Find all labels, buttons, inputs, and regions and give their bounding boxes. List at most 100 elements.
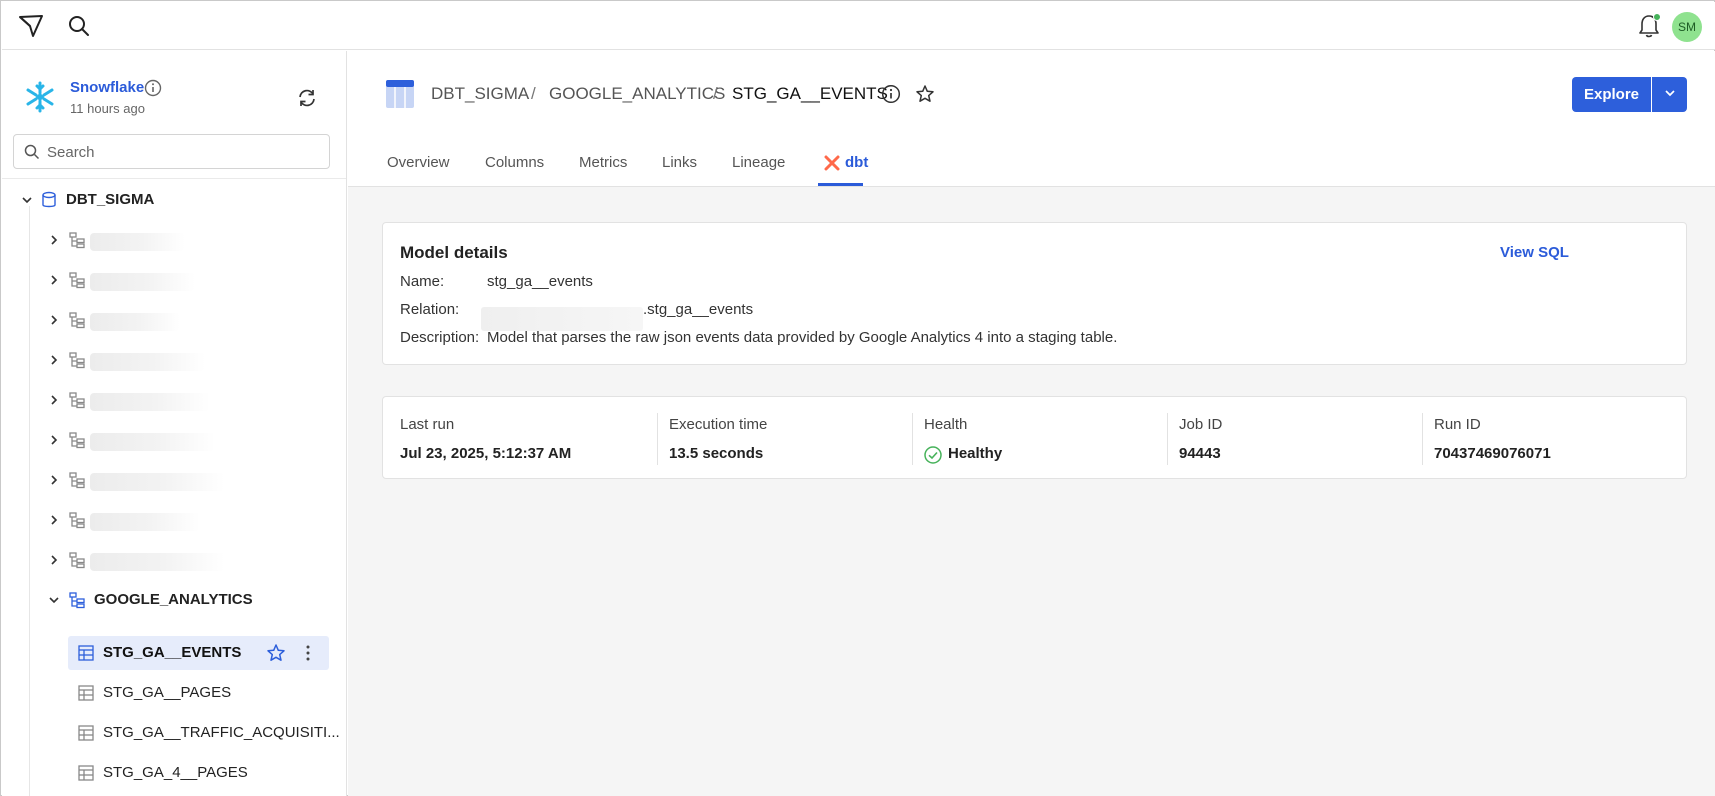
tree-item-schema[interactable] xyxy=(2,263,346,297)
tab-links[interactable]: Links xyxy=(662,154,697,171)
sigma-logo-icon[interactable] xyxy=(18,14,44,38)
view-sql-link[interactable]: View SQL xyxy=(1500,244,1569,261)
tree-item-schema[interactable] xyxy=(2,463,346,497)
table-icon xyxy=(386,80,414,108)
database-label: DBT_SIGMA xyxy=(66,191,155,208)
stat-label: Execution time xyxy=(669,416,768,433)
table-label: STG_GA__EVENTS xyxy=(103,644,242,661)
chevron-down-icon xyxy=(1664,90,1675,97)
chevron-right-icon[interactable] xyxy=(48,434,60,446)
tree-item-schema[interactable] xyxy=(2,223,346,257)
schema-icon xyxy=(69,472,85,489)
tree-item-table[interactable]: STG_GA_4__PAGES xyxy=(68,756,329,790)
tree-item-schema[interactable] xyxy=(2,503,346,537)
info-icon[interactable] xyxy=(144,79,162,97)
connection-name[interactable]: Snowflake xyxy=(70,79,144,96)
schema-icon xyxy=(69,552,85,569)
breadcrumb-separator: / xyxy=(531,84,536,103)
chevron-right-icon[interactable] xyxy=(48,554,60,566)
tree-item-schema[interactable] xyxy=(2,383,346,417)
tree-item-table-selected[interactable]: STG_GA__EVENTS xyxy=(68,636,329,670)
redacted-schema-name xyxy=(90,553,225,571)
star-icon[interactable] xyxy=(266,643,286,663)
redacted-schema-name xyxy=(90,473,225,491)
app-window: SM Snowflake 11 hours ago Search DBT_SIG… xyxy=(0,0,1715,796)
refresh-icon[interactable] xyxy=(296,87,318,109)
schema-icon xyxy=(69,232,85,249)
stat-label: Last run xyxy=(400,416,455,433)
schema-icon xyxy=(69,272,85,289)
sidebar-search-box xyxy=(13,134,330,169)
tab-metrics[interactable]: Metrics xyxy=(579,154,627,171)
schema-icon xyxy=(69,352,85,369)
tree-item-schema-google-analytics[interactable]: GOOGLE_ANALYTICS xyxy=(2,583,346,617)
stat-label: Run ID xyxy=(1434,416,1481,433)
user-avatar[interactable]: SM xyxy=(1672,12,1702,42)
info-icon[interactable] xyxy=(881,84,901,104)
more-options-icon[interactable] xyxy=(304,644,312,662)
stat-value: 94443 xyxy=(1179,445,1221,462)
stat-value: Jul 23, 2025, 5:12:37 AM xyxy=(400,445,572,462)
table-icon xyxy=(78,725,94,741)
tab-lineage[interactable]: Lineage xyxy=(732,154,785,171)
stat-value: Healthy xyxy=(948,445,1003,462)
chevron-down-icon[interactable] xyxy=(48,594,60,606)
stat-job-id: Job ID 94443 xyxy=(1162,397,1412,480)
redacted-schema-name xyxy=(90,273,195,291)
chevron-right-icon[interactable] xyxy=(48,314,60,326)
chevron-down-icon[interactable] xyxy=(21,194,33,206)
tab-dbt[interactable]: dbt xyxy=(845,154,868,171)
chevron-right-icon[interactable] xyxy=(48,354,60,366)
explore-button[interactable]: Explore xyxy=(1572,77,1651,112)
chevron-right-icon[interactable] xyxy=(48,514,60,526)
chevron-right-icon[interactable] xyxy=(48,234,60,246)
chevron-right-icon[interactable] xyxy=(48,394,60,406)
redacted-schema-name xyxy=(90,233,185,251)
search-icon[interactable] xyxy=(68,15,90,37)
schema-icon xyxy=(69,392,85,409)
main-content: DBT_SIGMA / GOOGLE_ANALYTICS / STG_GA__E… xyxy=(348,51,1715,796)
table-icon xyxy=(78,685,94,701)
redacted-schema-name xyxy=(90,353,205,371)
stat-last-run: Last run Jul 23, 2025, 5:12:37 AM xyxy=(383,397,633,480)
table-icon xyxy=(78,765,94,781)
schema-icon xyxy=(69,432,85,449)
breadcrumb-database[interactable]: DBT_SIGMA xyxy=(431,84,529,104)
stat-value: 70437469076071 xyxy=(1434,445,1551,462)
tree-item-table[interactable]: STG_GA__PAGES xyxy=(68,676,329,710)
description-value: Model that parses the raw json events da… xyxy=(487,329,1118,346)
snowflake-icon xyxy=(26,81,54,113)
redacted-schema-name xyxy=(90,433,215,451)
star-icon[interactable] xyxy=(915,84,935,104)
schema-icon xyxy=(69,512,85,529)
tree-item-schema[interactable] xyxy=(2,423,346,457)
breadcrumb-schema[interactable]: GOOGLE_ANALYTICS xyxy=(549,84,725,104)
schema-icon xyxy=(69,592,85,609)
search-icon xyxy=(24,144,40,160)
tree-item-table[interactable]: STG_GA__TRAFFIC_ACQUISITI... xyxy=(68,716,340,750)
database-icon xyxy=(42,191,56,208)
sidebar-search-input[interactable] xyxy=(47,141,317,163)
tree-item-schema[interactable] xyxy=(2,343,346,377)
breadcrumb-separator: / xyxy=(713,84,718,103)
table-label: STG_GA__TRAFFIC_ACQUISITI... xyxy=(103,724,340,741)
relation-label: Relation: xyxy=(400,301,460,318)
notification-dot xyxy=(1653,13,1661,21)
stat-label: Job ID xyxy=(1179,416,1223,433)
tab-columns[interactable]: Columns xyxy=(485,154,544,171)
page-header: DBT_SIGMA / GOOGLE_ANALYTICS / STG_GA__E… xyxy=(348,51,1715,187)
description-label: Description: xyxy=(400,329,480,346)
tree-item-database[interactable]: DBT_SIGMA xyxy=(2,183,346,217)
chevron-right-icon[interactable] xyxy=(48,474,60,486)
table-icon xyxy=(78,645,94,661)
name-value: stg_ga__events xyxy=(487,273,593,290)
tab-overview[interactable]: Overview xyxy=(387,154,450,171)
active-tab-indicator xyxy=(818,183,863,186)
tree-item-schema[interactable] xyxy=(2,543,346,577)
stat-run-id: Run ID 70437469076071 xyxy=(1417,397,1677,480)
tree-item-schema[interactable] xyxy=(2,303,346,337)
explore-dropdown-button[interactable] xyxy=(1652,77,1687,112)
redacted-schema-name xyxy=(90,313,180,331)
model-details-card: Model details View SQL Name: stg_ga__eve… xyxy=(382,222,1687,365)
chevron-right-icon[interactable] xyxy=(48,274,60,286)
